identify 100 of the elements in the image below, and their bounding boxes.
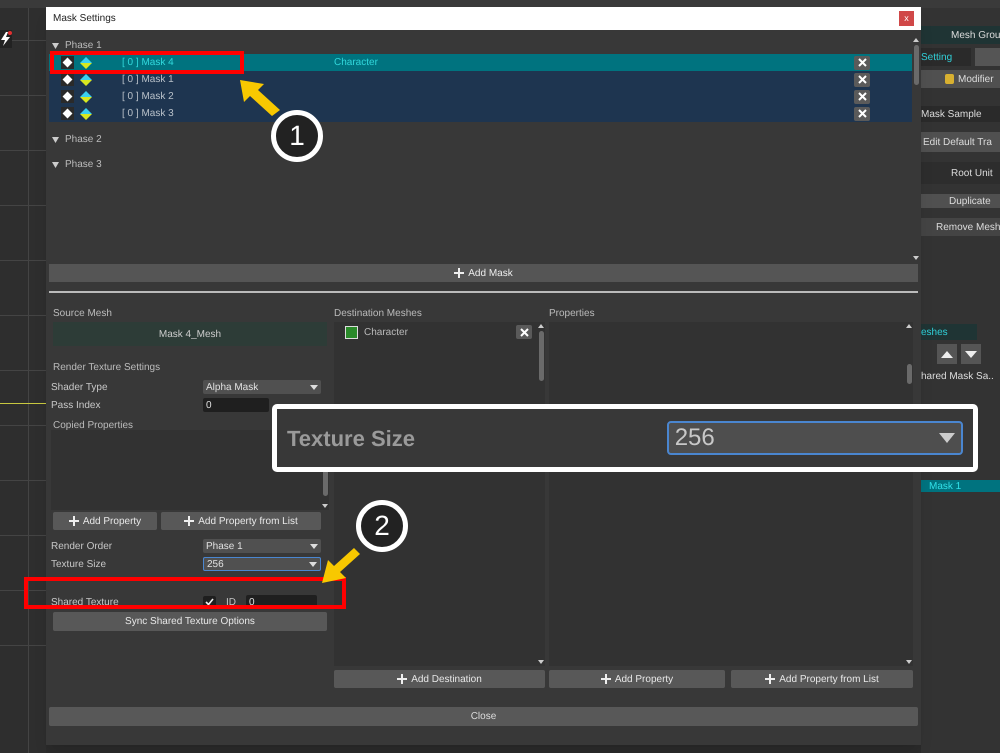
mask-row[interactable]: [ 0 ] Mask 1 <box>49 71 912 88</box>
plus-icon <box>184 516 194 526</box>
add-destination-button[interactable]: Add Destination <box>334 670 545 688</box>
dropdown[interactable]: Phase 1 <box>203 539 321 553</box>
scroll-down-icon[interactable] <box>538 660 544 664</box>
phase-label[interactable]: Phase 1 <box>65 38 102 53</box>
scroll-up-icon[interactable] <box>906 324 912 328</box>
up-button[interactable] <box>937 344 957 364</box>
mask-name: [ 0 ] Mask 4 <box>122 56 175 70</box>
scroll-up-icon[interactable] <box>913 38 919 42</box>
duplicate-button[interactable]: Duplicate <box>921 194 1000 208</box>
diamond-icon <box>61 90 74 103</box>
close-icon <box>520 328 528 336</box>
id-label: ID <box>226 596 236 610</box>
phase-label[interactable]: Phase 2 <box>65 132 102 147</box>
remove-button[interactable] <box>854 90 870 104</box>
field-label: Texture Size <box>51 558 108 572</box>
destination-name[interactable]: Character <box>364 324 510 340</box>
add-property-button[interactable]: Add Property <box>53 512 157 530</box>
plus-icon <box>68 516 79 526</box>
lightning-icon[interactable] <box>0 30 12 48</box>
expand-icon[interactable] <box>52 162 59 168</box>
remove-button[interactable] <box>854 56 870 70</box>
mask-name: [ 0 ] Mask 2 <box>122 90 175 104</box>
field-label: Texture Size <box>287 424 416 452</box>
diamond-icon <box>61 73 74 86</box>
close-icon <box>858 109 866 118</box>
window-title: Mask Settings <box>53 12 116 26</box>
scroll-down-icon[interactable] <box>322 504 328 508</box>
up-icon <box>941 350 953 358</box>
mesh-icon <box>345 326 358 338</box>
gem-icon <box>80 74 92 86</box>
field-label: Render Order <box>51 540 114 554</box>
caret-icon <box>310 544 318 548</box>
edit-button[interactable]: Edit Default Tra <box>921 132 1000 152</box>
remove-button[interactable] <box>854 72 870 86</box>
mask-name: [ 0 ] Mask 3 <box>122 107 175 121</box>
plus-icon <box>397 674 408 684</box>
expand-icon[interactable] <box>52 136 59 142</box>
list-item[interactable]: Mask 1 <box>921 480 1000 492</box>
remove-button[interactable] <box>516 325 532 339</box>
meshes-tab[interactable]: eshes <box>921 324 977 340</box>
expand-icon[interactable] <box>52 42 59 48</box>
gem-icon <box>80 90 92 102</box>
setting-tab[interactable]: Setting <box>921 48 971 66</box>
remove-button[interactable] <box>854 106 870 120</box>
scroll-up-icon[interactable] <box>538 324 544 328</box>
down-icon <box>965 350 977 358</box>
source-mesh: Mask 4_Mesh <box>53 322 327 346</box>
field-label: Shared Texture <box>51 596 120 610</box>
dropdown[interactable]: Alpha Mask <box>203 380 321 394</box>
section-heading: Render Texture Settings <box>52 361 162 375</box>
section-heading: Destination Meshes <box>334 307 423 321</box>
add-mask-button[interactable]: Add Mask <box>49 264 918 282</box>
list-item[interactable]: hared Mask Sa.. <box>921 368 1000 384</box>
mask-target: Character <box>334 56 378 70</box>
person-icon <box>945 74 954 84</box>
modifier-button[interactable]: Modifier <box>921 70 1000 88</box>
caret-icon <box>939 433 955 443</box>
check-icon <box>205 598 214 606</box>
root-unit: Root Unit <box>921 162 1000 184</box>
close-icon <box>858 75 866 84</box>
caret-icon <box>309 562 317 566</box>
mask-name: [ 0 ] Mask 1 <box>122 73 175 87</box>
section-heading: Properties <box>549 307 596 321</box>
remove-mesh-button[interactable]: Remove Mesh <box>921 218 1000 236</box>
dropdown[interactable]: 256 <box>203 557 321 571</box>
add-property-button[interactable]: Add Property <box>549 670 725 688</box>
phase-label[interactable]: Phase 3 <box>65 157 102 172</box>
plus-icon <box>765 674 776 684</box>
scrollbar-thumb[interactable] <box>914 45 918 85</box>
plus-icon <box>454 268 464 278</box>
section-heading: Copied Properties <box>52 419 134 430</box>
close-icon <box>858 58 866 67</box>
scrollbar-thumb[interactable] <box>906 364 912 384</box>
mask-row[interactable]: [ 0 ] Mask 3 <box>49 105 912 122</box>
name-field[interactable]: Mask Sample <box>921 106 1000 122</box>
close-icon <box>858 92 866 101</box>
pointer-arrow <box>238 78 282 118</box>
field-label: Shader Type <box>51 380 109 394</box>
gem-icon <box>80 108 92 120</box>
add-property-from-list-button[interactable]: Add Property from List <box>161 512 321 530</box>
down-button[interactable] <box>961 344 981 364</box>
sync-button[interactable]: Sync Shared Texture Options <box>53 612 327 631</box>
scroll-down-icon[interactable] <box>906 660 912 664</box>
scroll-down-icon[interactable] <box>913 256 919 260</box>
scrollbar-thumb[interactable] <box>538 331 544 381</box>
diamond-icon <box>61 56 74 69</box>
field-label: Pass Index <box>51 398 102 412</box>
window-close-button[interactable]: x <box>899 11 914 26</box>
gem-icon <box>80 56 92 68</box>
input-field[interactable]: 0 <box>203 398 269 412</box>
mask-row[interactable]: [ 0 ] Mask 2 <box>49 88 912 105</box>
panel-tab[interactable]: Mesh Grou <box>921 26 1000 44</box>
plus-icon <box>600 674 611 684</box>
close-dialog-button[interactable]: Close <box>49 707 918 726</box>
diamond-icon <box>61 107 74 120</box>
caret-icon <box>310 384 318 390</box>
mask-row[interactable]: [ 0 ] Mask 4 Character <box>49 54 912 71</box>
add-property-from-list-button[interactable]: Add Property from List <box>731 670 913 688</box>
